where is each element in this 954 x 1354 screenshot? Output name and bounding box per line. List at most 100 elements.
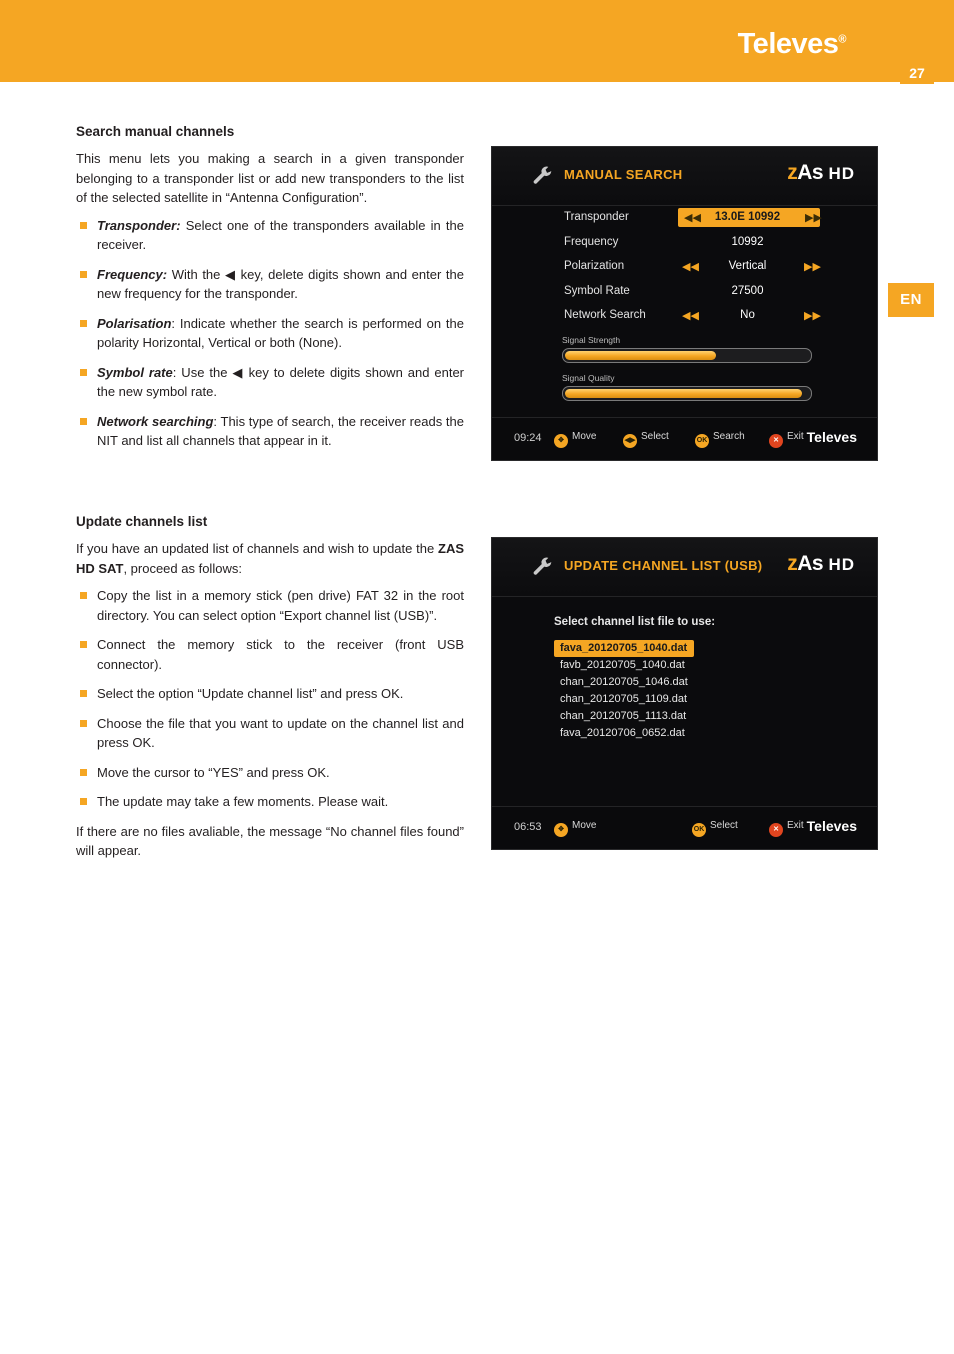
menu-row-polarization[interactable]: Polarization ◀◀ Vertical ▶▶: [492, 258, 877, 277]
bullet-term: Transponder:: [97, 217, 181, 233]
section2-intro-b: , proceed as follows:: [123, 560, 242, 576]
menu-row-value: 27500: [731, 284, 764, 297]
hint-exit-label: Exit: [787, 820, 804, 831]
menu-row-symbol-rate[interactable]: Symbol Rate 27500: [492, 283, 877, 302]
list-item: The update may take a few moments. Pleas…: [76, 792, 464, 812]
menu-row-label: Network Search: [564, 309, 646, 321]
section1-bullet-list: Transponder: Select one of the transpond…: [76, 216, 464, 451]
section2-intro-a: If you have an updated list of channels …: [76, 541, 438, 556]
tv2-title: UPDATE CHANNEL LIST (USB): [564, 558, 763, 573]
screenshot-update-channel-list: UPDATE CHANNEL LIST (USB) zAs HD Select …: [491, 537, 878, 850]
list-item[interactable]: chan_20120705_1046.dat: [554, 674, 694, 691]
menu-row-label: Symbol Rate: [564, 284, 630, 297]
language-badge: EN: [888, 283, 934, 317]
zas-logo-as: As: [797, 552, 824, 575]
list-item: Copy the list in a memory stick (pen dri…: [76, 586, 464, 625]
list-item[interactable]: fava_20120705_1040.dat: [554, 640, 694, 657]
section-update-channels-list: Update channels list If you have an upda…: [76, 514, 464, 869]
hint-exit[interactable]: ✕ Exit: [769, 820, 804, 837]
channel-file-list: fava_20120705_1040.dat favb_20120705_104…: [554, 640, 694, 742]
signal-quality-track: [562, 386, 812, 401]
list-item: Frequency: With the ◀ key, delete digits…: [76, 265, 464, 304]
tv2-topbar: UPDATE CHANNEL LIST (USB) zAs HD: [492, 538, 877, 597]
list-item: Network searching: This type of search, …: [76, 412, 464, 451]
zas-logo-z: z: [787, 161, 798, 184]
list-item: Polarisation: Indicate whether the searc…: [76, 314, 464, 353]
lr-icon: ◀▶: [623, 434, 637, 448]
list-item[interactable]: fava_20120706_0652.dat: [554, 725, 694, 742]
list-item: Select the option “Update channel list” …: [76, 684, 464, 704]
nav-icon: ✥: [554, 823, 568, 837]
ok-icon: OK: [695, 434, 709, 448]
menu-row-label: Polarization: [564, 260, 625, 272]
menu-row-value: Vertical: [728, 260, 767, 272]
hint-select-label: Select: [710, 820, 738, 831]
menu-row-network-search[interactable]: Network Search ◀◀ No ▶▶: [492, 307, 877, 326]
zas-hd-logo: zAs HD: [787, 552, 855, 576]
ok-icon: OK: [692, 823, 706, 837]
hint-search[interactable]: OK Search: [695, 431, 745, 448]
signal-strength-meter: Signal Strength: [562, 335, 812, 363]
hint-select[interactable]: ◀▶ Select: [623, 431, 669, 448]
list-item[interactable]: favb_20120705_1040.dat: [554, 657, 694, 674]
tv1-title: MANUAL SEARCH: [564, 167, 683, 182]
signal-quality-label: Signal Quality: [562, 373, 615, 383]
screenshot-manual-search: MANUAL SEARCH zAs HD Transponder ◀◀ 13.0…: [491, 146, 878, 461]
brand-registered-mark: ®: [838, 33, 846, 46]
bullet-term: Symbol rate: [97, 364, 173, 380]
file-select-prompt: Select channel list file to use:: [554, 616, 716, 628]
zas-hd-logo: zAs HD: [787, 161, 855, 185]
tv1-topbar: MANUAL SEARCH zAs HD: [492, 147, 877, 206]
section1-intro: This menu lets you making a search in a …: [76, 151, 464, 205]
hint-move-label: Move: [572, 431, 597, 442]
left-arrow-icon[interactable]: ◀◀: [682, 309, 699, 322]
hint-move[interactable]: ✥ Move: [554, 431, 596, 448]
bullet-term: Network searching: [97, 413, 214, 429]
list-item: Move the cursor to “YES” and press OK.: [76, 763, 464, 783]
bullet-term: Polarisation: [97, 315, 172, 331]
exit-icon: ✕: [769, 823, 783, 837]
zas-logo-hd: HD: [828, 164, 855, 183]
right-arrow-icon[interactable]: ▶▶: [804, 309, 821, 322]
signal-quality-meter: Signal Quality: [562, 373, 812, 401]
right-arrow-icon[interactable]: ▶▶: [805, 211, 822, 224]
bullet-term: Frequency:: [97, 266, 168, 282]
list-item: Choose the file that you want to update …: [76, 714, 464, 753]
menu-row-label: Transponder: [564, 211, 629, 223]
list-item[interactable]: chan_20120705_1113.dat: [554, 708, 694, 725]
tv1-televes-logo: Televes: [806, 429, 857, 445]
section2-intro: If you have an updated list of channels …: [76, 539, 464, 578]
list-item: Symbol rate: Use the ◀ key to delete dig…: [76, 363, 464, 402]
menu-row-value: 10992: [731, 235, 764, 248]
hint-exit-label: Exit: [787, 431, 804, 442]
section2-bullet-list: Copy the list in a memory stick (pen dri…: [76, 586, 464, 812]
section2-outro: If there are no files avaliable, the mes…: [76, 823, 464, 859]
tv1-bottom-bar: 09:24 ✥ Move ◀▶ Select OK Search ✕ Exit Tele…: [492, 417, 877, 460]
tv2-televes-logo: Televes: [806, 818, 857, 834]
hint-move[interactable]: ✥ Move: [554, 820, 596, 837]
menu-row-transponder[interactable]: Transponder ◀◀ 13.0E 10992 ▶▶: [492, 208, 877, 228]
exit-icon: ✕: [769, 434, 783, 448]
hint-select[interactable]: OK Select: [692, 820, 738, 837]
hint-select-label: Select: [641, 431, 669, 442]
signal-strength-label: Signal Strength: [562, 335, 621, 345]
right-arrow-icon[interactable]: ▶▶: [804, 260, 821, 273]
brand-logo-text: Televes: [737, 28, 839, 60]
list-item: Connect the memory stick to the receiver…: [76, 635, 464, 674]
menu-row-value: No: [740, 309, 755, 321]
tv2-bottom-bar: 06:53 ✥ Move OK Select ✕ Exit Televes: [492, 806, 877, 849]
brand-logo: Televes®: [737, 28, 847, 61]
left-arrow-icon[interactable]: ◀◀: [682, 260, 699, 273]
zas-logo-as: As: [797, 161, 824, 184]
menu-row-frequency[interactable]: Frequency 10992: [492, 234, 877, 253]
list-item: Transponder: Select one of the transpond…: [76, 216, 464, 255]
list-item[interactable]: chan_20120705_1109.dat: [554, 691, 694, 708]
signal-strength-track: [562, 348, 812, 363]
section1-title: Search manual channels: [76, 124, 235, 139]
hint-exit[interactable]: ✕ Exit: [769, 431, 804, 448]
menu-row-value: 13.0E 10992: [714, 211, 781, 223]
tv2-clock: 06:53: [514, 821, 542, 833]
section-search-manual-channels: Search manual channels This menu lets yo…: [76, 124, 464, 461]
nav-icon: ✥: [554, 434, 568, 448]
wrench-icon: [532, 165, 554, 187]
